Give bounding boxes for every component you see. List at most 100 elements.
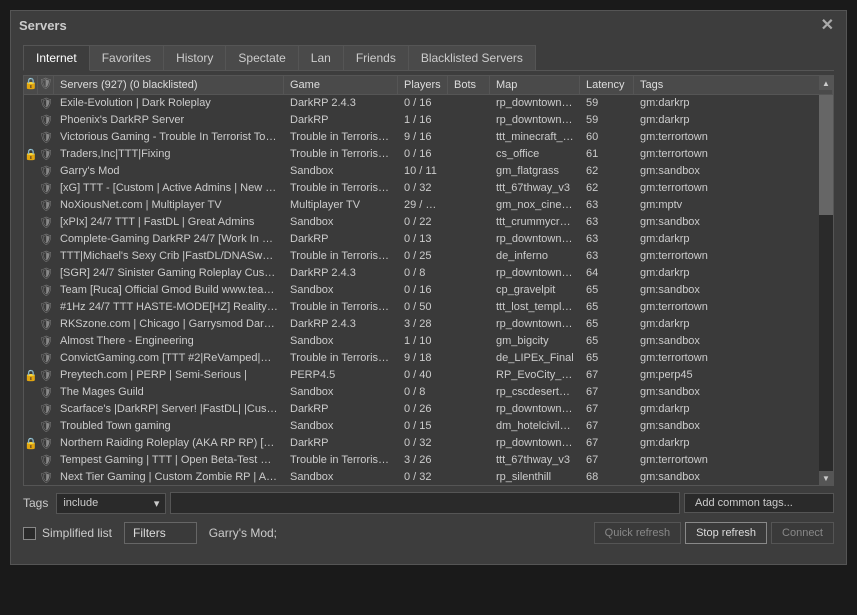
server-bots [448,164,490,179]
table-body: 🛡Exile-Evolution | Dark RoleplayDarkRP 2… [24,95,833,485]
server-row[interactable]: 🛡Tempest Gaming | TTT | Open Beta-Test S… [24,452,833,469]
server-row[interactable]: 🔒🛡Traders,Inc|TTT|FixingTrouble in Terro… [24,146,833,163]
server-name: Scarface's |DarkRP| Server! |FastDL| |Cu… [54,402,284,417]
server-row[interactable]: 🛡Team [Ruca] Official Gmod Build www.tea… [24,282,833,299]
server-bots [448,283,490,298]
server-players: 0 / 8 [398,266,448,281]
server-row[interactable]: 🛡Next Tier Gaming | Custom Zombie RP | A… [24,469,833,485]
server-tags: gm:sandbox [634,164,833,179]
column-players[interactable]: Players [398,76,448,94]
titlebar: Servers ✕ [11,11,846,39]
server-row[interactable]: 🛡Almost There - EngineeringSandbox1 / 10… [24,333,833,350]
server-map: rp_downtown_v... [490,266,580,281]
server-bots [448,113,490,128]
tab-history[interactable]: History [163,45,226,70]
tab-friends[interactable]: Friends [343,45,409,70]
server-players: 0 / 16 [398,96,448,111]
server-row[interactable]: 🛡[xG] TTT - [Custom | Active Admins | Ne… [24,180,833,197]
scroll-up-icon[interactable]: ▲ [819,76,833,90]
shield-icon: 🛡 [38,368,54,383]
server-row[interactable]: 🛡RKSzone.com | Chicago | Garrysmod DarkR… [24,316,833,333]
server-row[interactable]: 🛡Scarface's |DarkRP| Server! |FastDL| |C… [24,401,833,418]
stop-refresh-button[interactable]: Stop refresh [685,522,767,544]
server-row[interactable]: 🛡ConvictGaming.com [TTT #2|ReVamped|Matu… [24,350,833,367]
simplified-list-label: Simplified list [42,526,112,540]
server-name: Phoenix's DarkRP Server [54,113,284,128]
column-servers[interactable]: Servers (927) (0 blacklisted) [54,76,284,94]
lock-icon [24,249,38,264]
servers-window: Servers ✕ InternetFavoritesHistorySpecta… [10,10,847,565]
server-players: 0 / 8 [398,385,448,400]
tags-mode-dropdown[interactable]: include ▾ [56,493,166,514]
server-row[interactable]: 🛡The Mages GuildSandbox0 / 8rp_cscdesert… [24,384,833,401]
shield-icon: 🛡 [38,351,54,366]
column-game[interactable]: Game [284,76,398,94]
tags-mode-value: include [63,497,98,510]
scroll-thumb[interactable] [819,95,833,215]
server-bots [448,385,490,400]
tab-blacklisted-servers[interactable]: Blacklisted Servers [408,45,536,70]
tags-input[interactable] [170,492,680,514]
quick-refresh-button[interactable]: Quick refresh [594,522,681,544]
server-tags: gm:sandbox [634,385,833,400]
column-map[interactable]: Map [490,76,580,94]
server-row[interactable]: 🛡Victorious Gaming - Trouble In Terroris… [24,129,833,146]
lock-icon [24,96,38,111]
server-bots [448,232,490,247]
server-name: Northern Raiding Roleplay (AKA RP RP) [N… [54,436,284,451]
server-row[interactable]: 🔒🛡Preytech.com | PERP | Semi-Serious |PE… [24,367,833,384]
column-latency[interactable]: Latency [580,76,634,94]
server-map: ttt_67thway_v3 [490,453,580,468]
scroll-down-icon[interactable]: ▼ [819,471,833,485]
checkbox-icon[interactable] [23,527,36,540]
close-icon[interactable]: ✕ [817,15,838,35]
server-row[interactable]: 🛡Troubled Town gamingSandbox0 / 15dm_hot… [24,418,833,435]
tab-lan[interactable]: Lan [298,45,344,70]
server-bots [448,198,490,213]
server-players: 1 / 10 [398,334,448,349]
server-players: 9 / 16 [398,130,448,145]
tab-spectate[interactable]: Spectate [225,45,298,70]
server-players: 0 / 32 [398,181,448,196]
column-tags[interactable]: Tags [634,76,833,94]
server-name: Troubled Town gaming [54,419,284,434]
connect-button[interactable]: Connect [771,522,834,544]
server-row[interactable]: 🛡Complete-Gaming DarkRP 24/7 [Work In Pr… [24,231,833,248]
server-row[interactable]: 🛡Exile-Evolution | Dark RoleplayDarkRP 2… [24,95,833,112]
server-row[interactable]: 🛡NoXiousNet.com | Multiplayer TVMultipla… [24,197,833,214]
shield-icon: 🛡 [38,266,54,281]
column-secure-icon[interactable]: 🛡 [38,76,54,94]
shield-icon: 🛡 [38,249,54,264]
server-players: 0 / 16 [398,147,448,162]
scrollbar[interactable]: ▼ [819,95,833,485]
server-table: 🔒 🛡 Servers (927) (0 blacklisted) Game P… [23,75,834,486]
server-row[interactable]: 🛡 #1Hz 24/7 TTT HASTE-MODE[HZ] RealityRo… [24,299,833,316]
server-row[interactable]: 🛡[xPIx] 24/7 TTT | FastDL | Great Admins… [24,214,833,231]
server-row[interactable]: 🛡TTT|Michael's Sexy Crib |FastDL/DNASwap… [24,248,833,265]
lock-icon [24,317,38,332]
lock-icon [24,130,38,145]
server-map: cp_gravelpit [490,283,580,298]
server-name: Exile-Evolution | Dark Roleplay [54,96,284,111]
server-name: Traders,Inc|TTT|Fixing [54,147,284,162]
server-name: Almost There - Engineering [54,334,284,349]
server-name: TTT|Michael's Sexy Crib |FastDL/DNASwap/… [54,249,284,264]
column-bots[interactable]: Bots [448,76,490,94]
server-row[interactable]: 🛡[SGR] 24/7 Sinister Gaming Roleplay Cus… [24,265,833,282]
tab-favorites[interactable]: Favorites [89,45,164,70]
server-bots [448,147,490,162]
server-bots [448,215,490,230]
column-lock-icon[interactable]: 🔒 [24,76,38,94]
server-game: DarkRP [284,113,398,128]
tab-internet[interactable]: Internet [23,45,90,71]
server-row[interactable]: 🛡Phoenix's DarkRP ServerDarkRP1 / 16rp_d… [24,112,833,129]
add-common-tags-button[interactable]: Add common tags... [684,493,834,513]
server-game: DarkRP 2.4.3 [284,96,398,111]
server-row[interactable]: 🛡Garry's ModSandbox10 / 11gm_flatgrass62… [24,163,833,180]
server-game: Sandbox [284,215,398,230]
server-game: DarkRP 2.4.3 [284,266,398,281]
filters-button[interactable]: Filters [124,522,197,544]
server-row[interactable]: 🔒🛡Northern Raiding Roleplay (AKA RP RP) … [24,435,833,452]
server-tags: gm:terrortown [634,181,833,196]
simplified-list-checkbox[interactable]: Simplified list [23,526,112,540]
